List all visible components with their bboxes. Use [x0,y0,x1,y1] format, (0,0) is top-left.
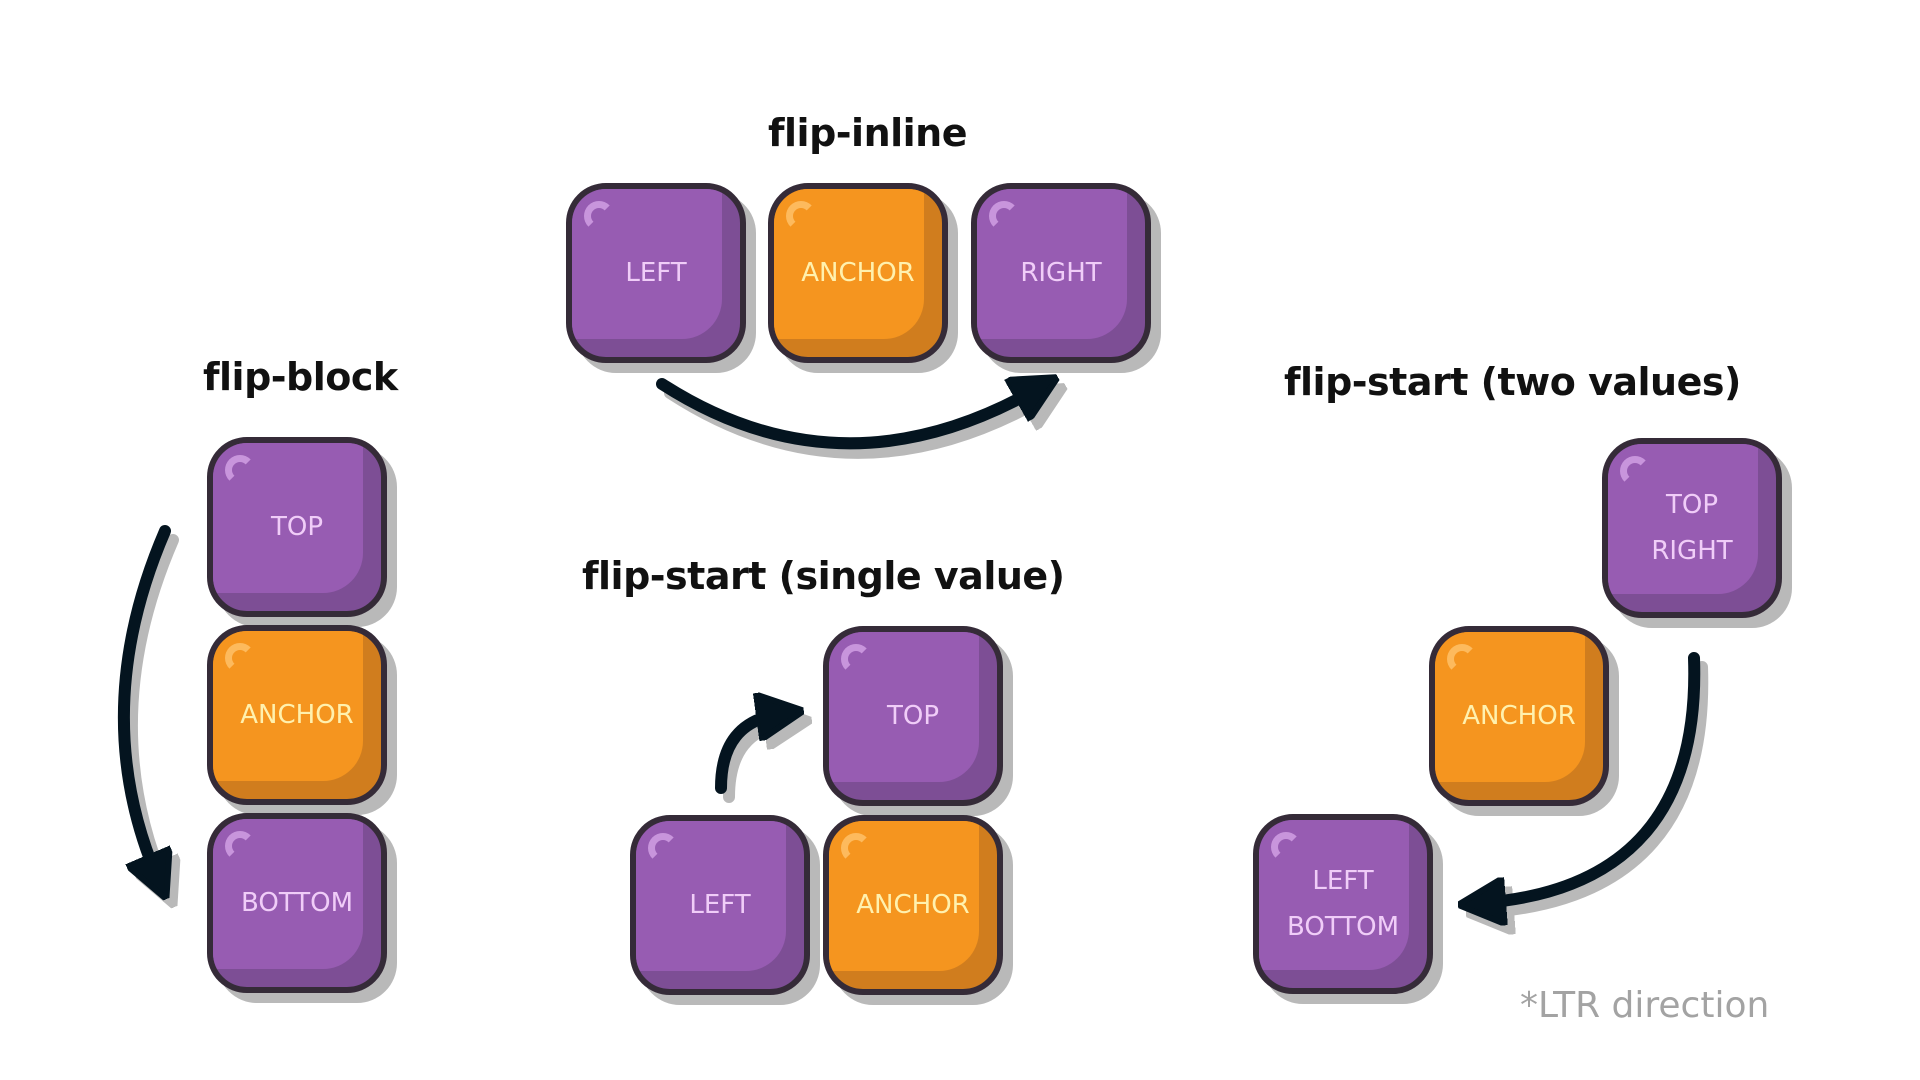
flip-block-bottom-box: BOTTOM [207,813,387,993]
box-label-line: TOP [270,512,324,542]
box-label: TOP [829,632,997,800]
box-label-line: RIGHT [1020,258,1102,288]
flip-block-anchor-box: ANCHOR [207,625,387,805]
box-label: TOP [213,443,381,611]
flip-start-single-arrow-icon [715,714,788,803]
box-label: ANCHOR [213,631,381,799]
box-label-line: LEFT [1312,866,1374,896]
box-label-line: TOP [1665,490,1719,520]
ltr-direction-note: *LTR direction [1520,985,1770,1026]
flip-inline-anchor-box: ANCHOR [768,183,948,363]
box-label: LEFT [636,821,804,989]
box-label: LEFT BOTTOM [1259,820,1427,988]
box-label: BOTTOM [213,819,381,987]
flip-inline-right-box: RIGHT [971,183,1151,363]
box-label-line: BOTTOM [1286,912,1400,942]
flip-block-arrow-icon [117,525,173,885]
box-label-line: BOTTOM [240,888,354,918]
flip-block-top-box: TOP [207,437,387,617]
flip-start-single-title: flip-start (single value) [582,554,1065,598]
flip-start-single-top-box: TOP [823,626,1003,806]
box-label-line: LEFT [689,890,751,920]
box-label: ANCHOR [774,189,942,357]
flip-start-single-left-box: LEFT [630,815,810,995]
box-label: TOP RIGHT [1608,444,1776,612]
box-label-line: RIGHT [1651,536,1733,566]
box-label: ANCHOR [829,821,997,989]
box-label-line: ANCHOR [1462,701,1576,731]
box-label: ANCHOR [1435,632,1603,800]
flip-start-two-left-bottom-box: LEFT BOTTOM [1253,814,1433,994]
flip-start-two-title: flip-start (two values) [1284,360,1741,404]
box-label-line: TOP [886,701,940,731]
flip-inline-left-box: LEFT [566,183,746,363]
box-label-line: ANCHOR [856,890,970,920]
flip-block-title: flip-block [203,355,398,399]
flip-start-single-anchor-box: ANCHOR [823,815,1003,995]
flip-inline-title: flip-inline [768,111,968,155]
box-label: RIGHT [977,189,1145,357]
box-label-line: LEFT [625,258,687,288]
flip-start-two-top-right-box: TOP RIGHT [1602,438,1782,618]
box-label: LEFT [572,189,740,357]
flip-start-two-anchor-box: ANCHOR [1429,626,1609,806]
box-label-line: ANCHOR [801,258,915,288]
flip-inline-arrow-icon [656,384,1045,459]
box-label-line: ANCHOR [240,700,354,730]
